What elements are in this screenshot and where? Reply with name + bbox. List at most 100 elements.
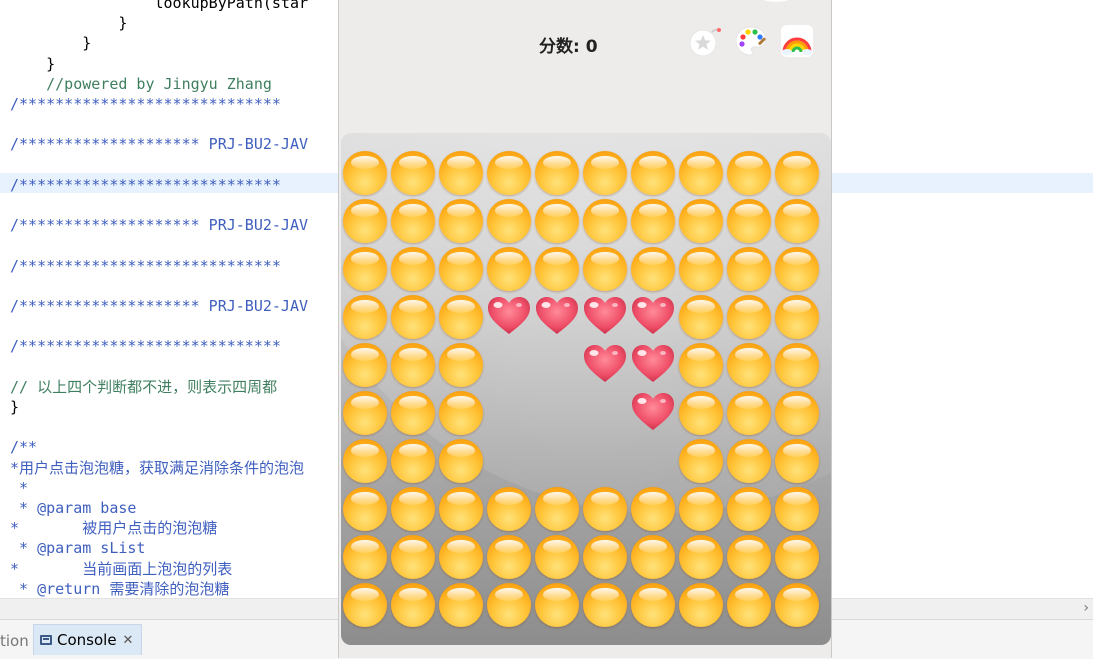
orange-candy[interactable] xyxy=(774,534,820,580)
orange-candy[interactable] xyxy=(342,294,388,340)
orange-candy[interactable] xyxy=(630,534,676,580)
orange-candy[interactable] xyxy=(390,438,436,484)
orange-candy[interactable] xyxy=(390,342,436,388)
orange-candy[interactable] xyxy=(630,246,676,292)
orange-candy[interactable] xyxy=(486,534,532,580)
orange-candy[interactable] xyxy=(726,582,772,628)
orange-candy[interactable] xyxy=(438,534,484,580)
orange-candy[interactable] xyxy=(534,582,580,628)
scroll-right-icon[interactable]: › xyxy=(1083,599,1089,617)
heart-candy[interactable] xyxy=(630,294,676,340)
orange-candy[interactable] xyxy=(342,438,388,484)
orange-candy[interactable] xyxy=(390,486,436,532)
orange-candy[interactable] xyxy=(342,534,388,580)
orange-candy[interactable] xyxy=(486,150,532,196)
palette-tool-button[interactable] xyxy=(734,24,768,58)
orange-candy[interactable] xyxy=(534,486,580,532)
orange-candy[interactable] xyxy=(678,294,724,340)
orange-candy[interactable] xyxy=(726,294,772,340)
orange-candy[interactable] xyxy=(678,342,724,388)
orange-candy[interactable] xyxy=(726,150,772,196)
orange-candy[interactable] xyxy=(774,150,820,196)
orange-candy[interactable] xyxy=(342,390,388,436)
orange-candy[interactable] xyxy=(390,150,436,196)
orange-candy[interactable] xyxy=(726,486,772,532)
heart-candy[interactable] xyxy=(534,294,580,340)
tab-console[interactable]: Console ✕ xyxy=(33,624,143,655)
orange-candy[interactable] xyxy=(726,198,772,244)
orange-candy[interactable] xyxy=(438,390,484,436)
orange-candy[interactable] xyxy=(582,486,628,532)
orange-candy[interactable] xyxy=(582,582,628,628)
orange-candy[interactable] xyxy=(678,198,724,244)
rainbow-tool-button[interactable] xyxy=(780,24,814,58)
orange-candy[interactable] xyxy=(678,246,724,292)
orange-candy[interactable] xyxy=(390,294,436,340)
orange-candy[interactable] xyxy=(486,198,532,244)
orange-candy[interactable] xyxy=(486,486,532,532)
orange-candy[interactable] xyxy=(630,198,676,244)
orange-candy[interactable] xyxy=(534,150,580,196)
orange-candy[interactable] xyxy=(438,246,484,292)
heart-candy[interactable] xyxy=(630,342,676,388)
orange-candy[interactable] xyxy=(390,534,436,580)
orange-candy[interactable] xyxy=(582,198,628,244)
orange-candy[interactable] xyxy=(390,246,436,292)
orange-candy[interactable] xyxy=(534,198,580,244)
orange-candy[interactable] xyxy=(678,390,724,436)
orange-candy[interactable] xyxy=(774,438,820,484)
heart-candy[interactable] xyxy=(486,294,532,340)
heart-candy[interactable] xyxy=(630,390,676,436)
orange-candy[interactable] xyxy=(726,438,772,484)
orange-candy[interactable] xyxy=(438,438,484,484)
orange-candy[interactable] xyxy=(630,486,676,532)
orange-candy[interactable] xyxy=(678,150,724,196)
orange-candy[interactable] xyxy=(390,198,436,244)
heart-candy[interactable] xyxy=(582,294,628,340)
orange-candy[interactable] xyxy=(774,390,820,436)
orange-candy[interactable] xyxy=(438,486,484,532)
orange-candy[interactable] xyxy=(678,486,724,532)
orange-candy[interactable] xyxy=(342,582,388,628)
orange-candy[interactable] xyxy=(774,198,820,244)
empty-cell xyxy=(534,342,580,388)
orange-candy[interactable] xyxy=(774,342,820,388)
orange-candy[interactable] xyxy=(342,486,388,532)
orange-candy[interactable] xyxy=(486,246,532,292)
orange-candy[interactable] xyxy=(342,150,388,196)
orange-candy[interactable] xyxy=(342,246,388,292)
orange-candy[interactable] xyxy=(438,294,484,340)
orange-candy[interactable] xyxy=(678,438,724,484)
orange-candy[interactable] xyxy=(390,582,436,628)
orange-candy[interactable] xyxy=(486,582,532,628)
orange-candy[interactable] xyxy=(438,150,484,196)
orange-candy[interactable] xyxy=(582,534,628,580)
orange-candy[interactable] xyxy=(774,246,820,292)
orange-candy[interactable] xyxy=(678,582,724,628)
orange-candy[interactable] xyxy=(726,246,772,292)
orange-candy[interactable] xyxy=(582,246,628,292)
orange-candy[interactable] xyxy=(582,150,628,196)
orange-candy[interactable] xyxy=(342,198,388,244)
bomb-star-tool-button[interactable] xyxy=(688,24,722,58)
orange-candy[interactable] xyxy=(390,390,436,436)
orange-candy[interactable] xyxy=(534,246,580,292)
orange-candy[interactable] xyxy=(774,582,820,628)
orange-candy[interactable] xyxy=(726,534,772,580)
orange-candy[interactable] xyxy=(534,534,580,580)
orange-candy-ball xyxy=(631,583,675,627)
orange-candy[interactable] xyxy=(438,198,484,244)
heart-candy[interactable] xyxy=(582,342,628,388)
orange-candy[interactable] xyxy=(678,534,724,580)
orange-candy[interactable] xyxy=(342,342,388,388)
tab-previous[interactable]: tion xyxy=(0,632,29,650)
close-icon[interactable]: ✕ xyxy=(123,633,134,648)
orange-candy[interactable] xyxy=(630,582,676,628)
orange-candy[interactable] xyxy=(630,150,676,196)
orange-candy[interactable] xyxy=(438,582,484,628)
orange-candy[interactable] xyxy=(726,390,772,436)
orange-candy[interactable] xyxy=(774,294,820,340)
orange-candy[interactable] xyxy=(726,342,772,388)
orange-candy[interactable] xyxy=(438,342,484,388)
orange-candy[interactable] xyxy=(774,486,820,532)
